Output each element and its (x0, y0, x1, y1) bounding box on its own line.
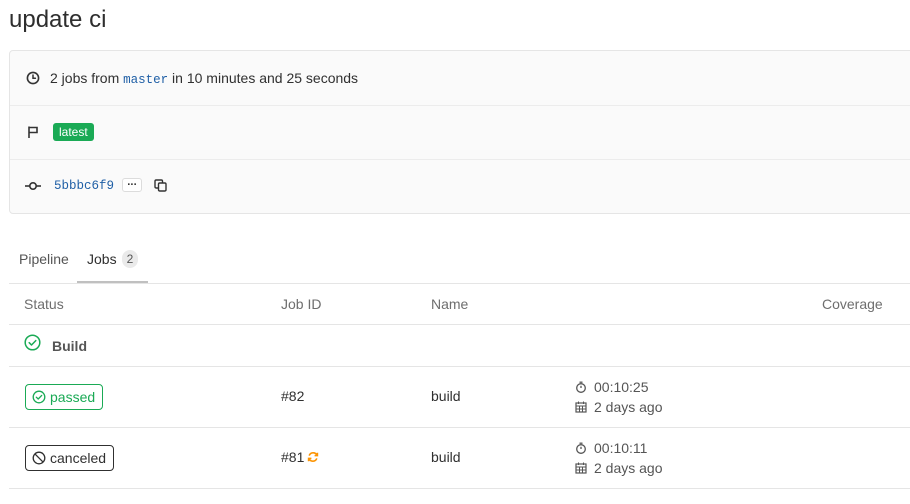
job-id-text: #82 (281, 388, 305, 404)
job-finished-time: 2 days ago (594, 460, 663, 476)
timer-icon (576, 381, 586, 393)
job-duration: 00:10:11 (594, 440, 648, 456)
pipeline-tabs: Pipeline Jobs 2 (9, 236, 910, 284)
pipeline-info-box: 2 jobs from master in 10 minutes and 25 … (9, 50, 910, 214)
jobs-summary-text: 2 jobs from master in 10 minutes and 25 … (50, 70, 358, 87)
jobs-count-badge: 2 (121, 249, 139, 268)
commit-sha-link[interactable]: 5bbbc6f9 (54, 179, 114, 193)
job-timing: 00:10:25 2 days ago (575, 377, 663, 417)
tab-pipeline-label: Pipeline (19, 251, 69, 267)
job-name-link[interactable]: build (431, 449, 461, 465)
stage-name: Build (52, 338, 87, 354)
tab-jobs-label: Jobs (87, 250, 117, 267)
name-column-header: Name (431, 296, 469, 312)
status-badge[interactable]: canceled (25, 445, 115, 471)
flag-icon (24, 123, 42, 141)
status-label: passed (50, 389, 96, 405)
commit-icon (24, 177, 42, 195)
tab-jobs[interactable]: Jobs 2 (77, 236, 149, 283)
stage-row: Build (9, 325, 910, 367)
job-id-link[interactable]: #81 (281, 449, 319, 465)
job-id-text: #81 (281, 449, 305, 465)
job-name-link[interactable]: build (431, 388, 461, 404)
pipeline-jobs-summary: 2 jobs from master in 10 minutes and 25 … (10, 51, 910, 106)
latest-badge: latest (53, 123, 94, 141)
status-canceled-icon (32, 451, 46, 465)
table-row: passed #82 build 00:10:25 2 days ago (9, 367, 910, 428)
clock-icon (24, 69, 42, 87)
coverage-column-header: Coverage (822, 296, 883, 312)
status-success-icon (24, 334, 41, 356)
status-success-icon (32, 390, 46, 404)
job-finished-time: 2 days ago (594, 399, 663, 415)
job-timing: 00:10:11 2 days ago (575, 438, 663, 478)
status-column-header: Status (24, 296, 64, 312)
status-badge[interactable]: passed (25, 384, 104, 410)
status-label: canceled (50, 450, 107, 466)
pipeline-commit-row: 5bbbc6f9 ··· (10, 159, 910, 213)
table-row: canceled #81 build 00:10:11 2 days ago (9, 428, 910, 489)
pipeline-badges-row: latest (10, 105, 910, 160)
copy-icon[interactable] (152, 177, 168, 193)
job-duration: 00:10:25 (594, 379, 649, 395)
job-id-link[interactable]: #82 (281, 388, 304, 404)
branch-link[interactable]: master (123, 73, 168, 87)
calendar-icon (575, 462, 587, 474)
retry-icon (307, 451, 319, 463)
tab-pipeline[interactable]: Pipeline (19, 236, 69, 282)
duration-text: in 10 minutes and 25 seconds (172, 69, 359, 86)
jobs-count-text: 2 jobs from (50, 69, 120, 86)
job-id-column-header: Job ID (281, 296, 322, 312)
calendar-icon (575, 401, 587, 413)
page-title: update ci (9, 6, 107, 33)
jobs-table-header: Status Job ID Name Coverage (9, 284, 910, 325)
timer-icon (576, 442, 586, 454)
ellipsis-icon[interactable]: ··· (122, 178, 142, 192)
